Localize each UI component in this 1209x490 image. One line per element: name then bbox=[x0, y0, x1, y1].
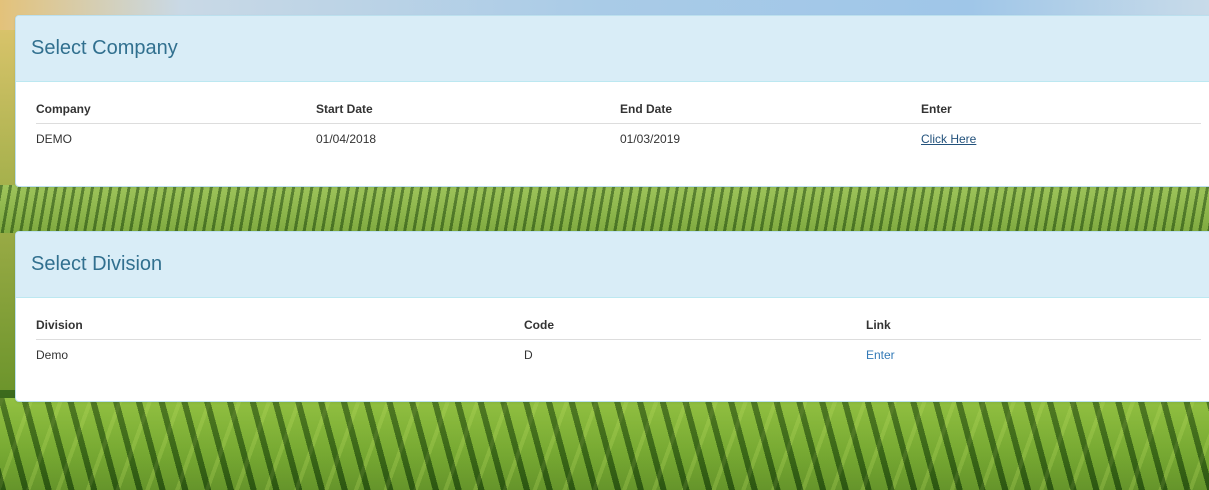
code-cell: D bbox=[524, 348, 533, 362]
enter-cell: Click Here bbox=[921, 124, 1201, 155]
column-header-code: Code bbox=[524, 310, 866, 340]
background-image: Select Company Company Start Date End Da… bbox=[0, 0, 1209, 490]
column-header-end-date: End Date bbox=[620, 94, 921, 124]
panel-title: Select Division bbox=[31, 253, 163, 275]
table-row: Demo D Enter bbox=[36, 340, 1201, 371]
column-header-company: Company bbox=[36, 94, 316, 124]
column-header-start-date: Start Date bbox=[316, 94, 620, 124]
column-header-division: Division bbox=[36, 310, 524, 340]
select-company-panel: Select Company Company Start Date End Da… bbox=[15, 15, 1209, 187]
end-date-cell: 01/03/2019 bbox=[620, 132, 681, 146]
background-cornfield bbox=[0, 398, 1209, 490]
division-cell: Demo bbox=[36, 348, 69, 362]
click-here-link[interactable]: Click Here bbox=[921, 132, 976, 146]
table-header-row: Company Start Date End Date Enter bbox=[36, 94, 1201, 124]
panel-title: Select Company bbox=[31, 37, 178, 59]
panel-heading: Select Division bbox=[16, 232, 1209, 298]
select-division-panel: Select Division Division Code Link Demo … bbox=[15, 231, 1209, 402]
start-date-cell: 01/04/2018 bbox=[316, 132, 377, 146]
background-cornfield-strip bbox=[0, 185, 1209, 233]
panel-heading: Select Company bbox=[16, 16, 1209, 82]
enter-division-link[interactable]: Enter bbox=[866, 348, 895, 362]
table-header-row: Division Code Link bbox=[36, 310, 1201, 340]
company-table: Company Start Date End Date Enter DEMO 0… bbox=[36, 94, 1201, 154]
company-cell: DEMO bbox=[36, 132, 72, 146]
column-header-enter: Enter bbox=[921, 94, 1201, 124]
panel-body: Company Start Date End Date Enter DEMO 0… bbox=[16, 82, 1209, 154]
column-header-link: Link bbox=[866, 310, 1201, 340]
link-cell: Enter bbox=[866, 340, 1201, 371]
table-row: DEMO 01/04/2018 01/03/2019 Click Here bbox=[36, 124, 1201, 155]
panel-body: Division Code Link Demo D Enter bbox=[16, 298, 1209, 370]
division-table: Division Code Link Demo D Enter bbox=[36, 310, 1201, 370]
